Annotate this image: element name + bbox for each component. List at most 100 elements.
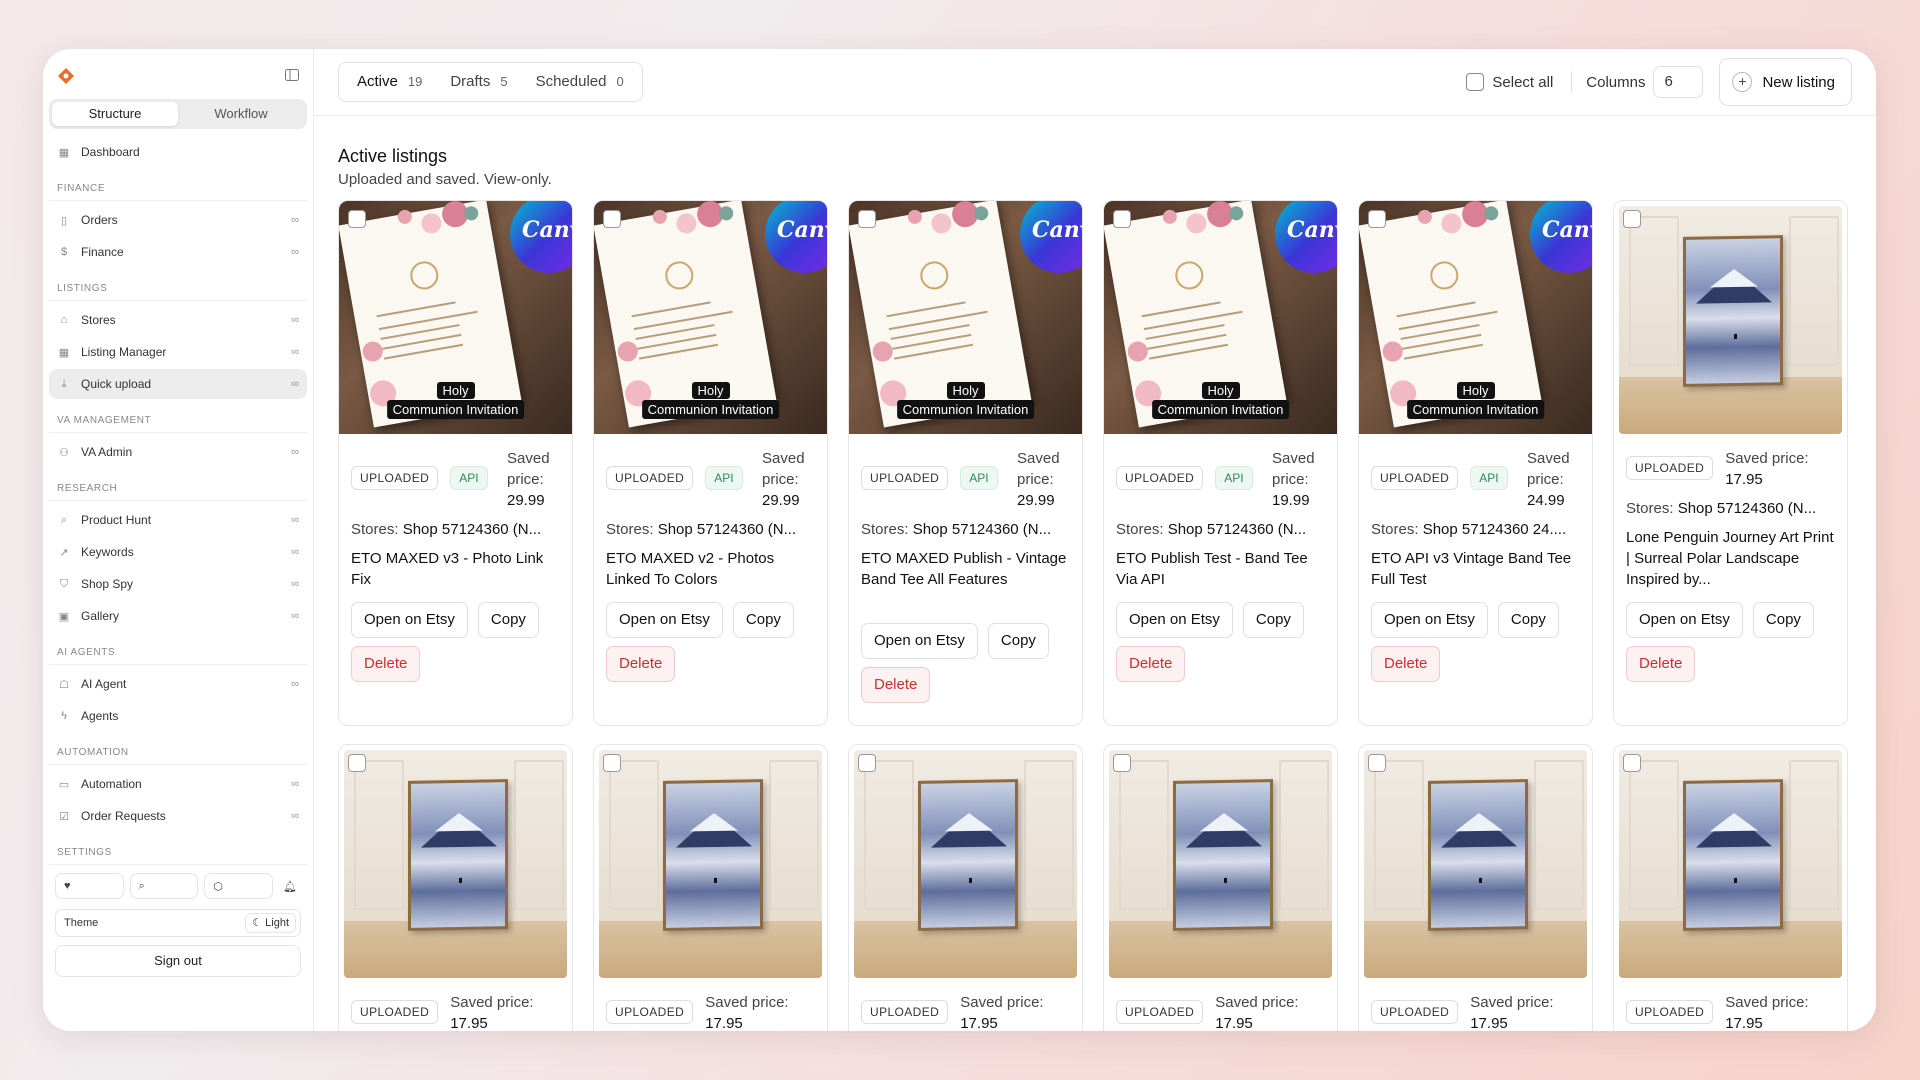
listing-image[interactable]: CanvaHolyCommunion Invitation	[594, 201, 827, 434]
listing-checkbox[interactable]	[348, 210, 366, 228]
stores-label: Stores:	[1116, 521, 1164, 538]
home-icon: ⌂	[60, 314, 68, 326]
listing-checkbox[interactable]	[603, 210, 621, 228]
sidebar-toggle-icon[interactable]	[285, 68, 299, 84]
segment-workflow[interactable]: Workflow	[178, 102, 304, 126]
framed-print	[663, 779, 763, 931]
listing-checkbox[interactable]	[858, 210, 876, 228]
delete-button[interactable]: Delete	[861, 667, 931, 703]
listing-checkbox[interactable]	[1623, 210, 1641, 228]
toolbar: Active 19 Drafts 5 Scheduled 0 Select all C…	[314, 49, 1876, 116]
sidebar-item-quick-upload[interactable]: ⤓ Quick upload ∞	[49, 369, 307, 399]
image-caption-holy: Holy	[1201, 382, 1240, 399]
copy-button[interactable]: Copy	[1497, 602, 1559, 638]
listing-checkbox[interactable]	[858, 754, 876, 772]
delete-button[interactable]: Delete	[351, 646, 421, 682]
copy-button[interactable]: Copy	[1242, 602, 1304, 638]
text-line-decoration	[886, 301, 966, 318]
listing-checkbox[interactable]	[1623, 754, 1641, 772]
sidebar-item-listing-manager[interactable]: ▦ Listing Manager ∞	[49, 337, 307, 367]
listing-image[interactable]	[849, 745, 1082, 978]
listing-image[interactable]: CanvaHolyCommunion Invitation	[1359, 201, 1592, 434]
saved-price: Saved price: 19.99	[1272, 448, 1325, 511]
listing-image[interactable]	[594, 745, 827, 978]
theme-toggle[interactable]: ☾ Light	[245, 913, 296, 933]
sidebar-item-gallery[interactable]: ▣ Gallery ∞	[49, 601, 307, 631]
listing-checkbox[interactable]	[1368, 754, 1386, 772]
listing-image[interactable]: CanvaHolyCommunion Invitation	[849, 201, 1082, 434]
listing-card: UPLOADED Saved price: 17.95	[1613, 744, 1848, 1031]
sign-out-button[interactable]: Sign out	[55, 945, 301, 977]
listing-image[interactable]	[1614, 745, 1847, 978]
saved-price-value: 29.99	[507, 492, 545, 509]
new-listing-button[interactable]: + New listing	[1719, 58, 1852, 106]
sidebar-item-stores[interactable]: ⌂ Stores ∞	[49, 305, 307, 335]
sidebar-item-shop-spy[interactable]: ⛉ Shop Spy ∞	[49, 569, 307, 599]
listing-image[interactable]: CanvaHolyCommunion Invitation	[339, 201, 572, 434]
section-ai-agents: AI AGENTS	[49, 633, 307, 665]
open-on-etsy-button[interactable]: Open on Etsy	[351, 602, 468, 638]
sidebar-item-ai-agent[interactable]: ☖ AI Agent ∞	[49, 669, 307, 699]
listing-image[interactable]	[1359, 745, 1592, 978]
listing-card-body: UPLOADED API Saved price: 19.99 Stores: Shop …	[1104, 448, 1337, 682]
stores-line: Stores: Shop 57124360 (N...	[1626, 500, 1835, 517]
open-on-etsy-button[interactable]: Open on Etsy	[1626, 602, 1743, 638]
poster-photo	[1619, 750, 1842, 978]
snow-peak-shape	[1455, 812, 1503, 832]
sidebar-item-product-hunt[interactable]: ⌕ Product Hunt ∞	[49, 505, 307, 535]
listing-checkbox[interactable]	[1113, 754, 1131, 772]
sidebar-item-orders[interactable]: ▯ Orders ∞	[49, 205, 307, 235]
listing-card-body: UPLOADED Saved price: 17.95	[1359, 992, 1592, 1031]
sidebar-item-order-requests[interactable]: ☑ Order Requests ∞	[49, 801, 307, 831]
copy-button[interactable]: Copy	[987, 623, 1049, 659]
api-badge: API	[450, 466, 488, 490]
sidebar-item-finance[interactable]: $ Finance ∞	[49, 237, 307, 267]
sidebar-item-label: Gallery	[81, 609, 120, 623]
segment-structure[interactable]: Structure	[52, 102, 178, 126]
sidebar-item-dashboard[interactable]: ▦ Dashboard	[49, 137, 307, 167]
open-on-etsy-button[interactable]: Open on Etsy	[861, 623, 978, 659]
select-all-checkbox[interactable]	[1466, 73, 1485, 91]
divider	[1571, 71, 1573, 93]
listing-image[interactable]: CanvaHolyCommunion Invitation	[1104, 201, 1337, 434]
sidebar-item-automation[interactable]: ▭ Automation ∞	[49, 769, 307, 799]
sidebar-item-keywords[interactable]: ↗ Keywords ∞	[49, 537, 307, 567]
mountain-print-art	[411, 782, 505, 928]
mountain-print-art	[921, 782, 1015, 928]
delete-button[interactable]: Delete	[1626, 646, 1696, 682]
listing-card-body: UPLOADED Saved price: 17.95	[1614, 992, 1847, 1031]
tab-drafts[interactable]: Drafts 5	[436, 66, 521, 98]
cube-button[interactable]: ⬡	[204, 873, 274, 899]
listing-checkbox[interactable]	[603, 754, 621, 772]
flower-decoration	[871, 339, 895, 364]
notifications-button[interactable]: 🔔︎	[279, 873, 301, 899]
saved-price-value: 17.95	[1215, 1015, 1253, 1031]
sidebar-item-va-admin[interactable]: ⚇ VA Admin ∞	[49, 437, 307, 467]
app-logo-icon[interactable]	[57, 67, 75, 85]
copy-button[interactable]: Copy	[1752, 602, 1814, 638]
status-badge: UPLOADED	[1371, 1000, 1459, 1024]
listing-checkbox[interactable]	[1368, 210, 1386, 228]
sidebar-item-agents[interactable]: ϟ Agents	[49, 701, 307, 731]
poster-photo	[1364, 750, 1587, 978]
delete-button[interactable]: Delete	[606, 646, 676, 682]
listing-checkbox[interactable]	[1113, 210, 1131, 228]
poster-photo	[1109, 750, 1332, 978]
tab-scheduled[interactable]: Scheduled 0	[522, 66, 638, 98]
open-on-etsy-button[interactable]: Open on Etsy	[1116, 602, 1233, 638]
open-on-etsy-button[interactable]: Open on Etsy	[606, 602, 723, 638]
delete-button[interactable]: Delete	[1371, 646, 1441, 682]
delete-button[interactable]: Delete	[1116, 646, 1186, 682]
copy-button[interactable]: Copy	[732, 602, 794, 638]
select-all[interactable]: Select all	[1466, 73, 1553, 91]
favorites-button[interactable]: ♥	[55, 873, 124, 899]
tab-active[interactable]: Active 19	[343, 66, 436, 98]
listing-image[interactable]	[339, 745, 572, 978]
listing-checkbox[interactable]	[348, 754, 366, 772]
columns-input[interactable]: 6	[1653, 66, 1704, 98]
listing-image[interactable]	[1104, 745, 1337, 978]
copy-button[interactable]: Copy	[477, 602, 539, 638]
listing-image[interactable]	[1614, 201, 1847, 434]
search-button[interactable]: ⌕	[129, 873, 199, 899]
open-on-etsy-button[interactable]: Open on Etsy	[1371, 602, 1488, 638]
